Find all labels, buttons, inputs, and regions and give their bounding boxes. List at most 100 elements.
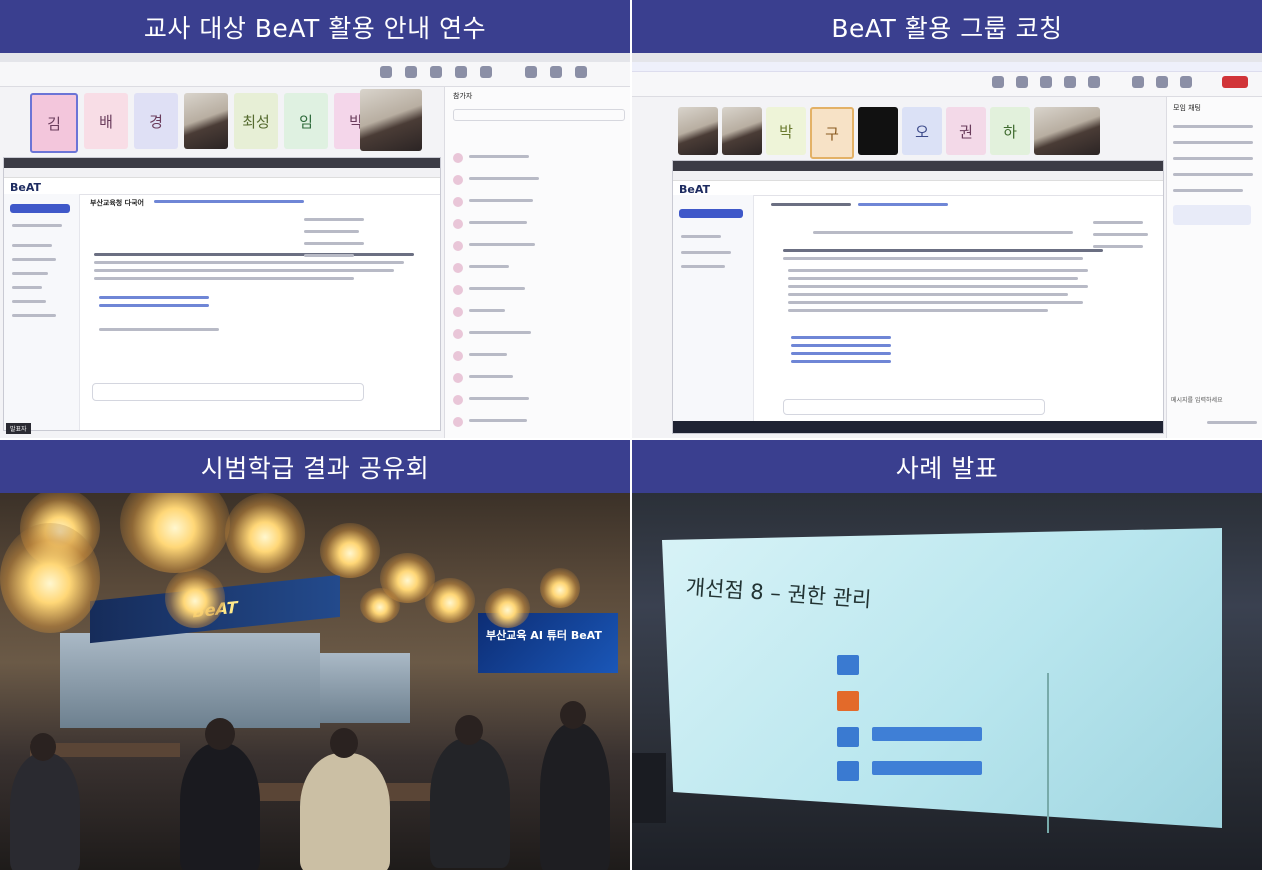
attendee-head [30, 733, 56, 761]
wall-outlet [632, 753, 666, 823]
panel-case-presentation: 사례 발표 개선점 8 – 권한 관리 [632, 440, 1262, 870]
window-titlebar [0, 53, 630, 62]
new-chat-button[interactable] [679, 209, 743, 218]
reference-link[interactable] [791, 360, 891, 363]
participant-name [469, 155, 529, 158]
participant-name [469, 397, 529, 400]
mic-icon[interactable] [1156, 76, 1168, 88]
reference-link[interactable] [791, 336, 891, 339]
leave-button[interactable] [1222, 76, 1248, 88]
participant-tiles: 김 배 경 최성 임 박 [30, 93, 378, 153]
sidebar-item [681, 265, 725, 268]
participant-tile: 박 [766, 107, 806, 155]
participant-name [469, 287, 525, 290]
panel-teacher-training: 교사 대상 BeAT 활용 안내 연수 김 배 경 최성 임 박 BeAT 부산… [0, 0, 630, 438]
beat-logo: BeAT [10, 181, 42, 194]
os-taskbar [673, 421, 1163, 433]
text-line [788, 309, 1048, 312]
react-icon[interactable] [1064, 76, 1076, 88]
participant-name [469, 199, 533, 202]
participants-panel: 참가자 [444, 87, 630, 438]
participant-name [469, 419, 527, 422]
window-titlebar [632, 53, 1262, 62]
share-icon[interactable] [1180, 76, 1192, 88]
participant-name [469, 353, 507, 356]
chat-actions[interactable] [1207, 421, 1257, 424]
sidebar-item [12, 224, 62, 227]
view-icon[interactable] [480, 66, 492, 78]
outline-item [304, 230, 359, 233]
pendant-lamp [225, 493, 305, 573]
pendant-lamp [540, 568, 580, 608]
attendee-head [330, 728, 358, 758]
raise-hand-icon[interactable] [430, 66, 442, 78]
outline-panel [304, 218, 374, 298]
people-icon[interactable] [405, 66, 417, 78]
beat-header: BeAT [4, 178, 440, 195]
chat-message [1173, 189, 1243, 192]
beat-sidebar [4, 194, 80, 430]
participant-search[interactable] [453, 109, 625, 121]
camera-icon[interactable] [1132, 76, 1144, 88]
participant-tile: 경 [134, 93, 178, 149]
connector-line [1047, 673, 1049, 833]
pendant-lamp [485, 588, 530, 628]
address-bar[interactable] [673, 171, 1163, 181]
text-line [788, 277, 1078, 280]
pendant-lamp [425, 578, 475, 623]
reference-link[interactable] [99, 296, 209, 299]
avatar [453, 373, 463, 383]
avatar [453, 285, 463, 295]
chat-bubble [1173, 205, 1251, 225]
panel-title: 교사 대상 BeAT 활용 안내 연수 [0, 0, 630, 53]
chat-icon[interactable] [380, 66, 392, 78]
participant-tile: 배 [84, 93, 128, 149]
presenter-video [360, 89, 422, 151]
meeting-toolbar [632, 72, 1262, 97]
people-icon[interactable] [1016, 76, 1028, 88]
reference-link[interactable] [791, 344, 891, 347]
new-chat-button[interactable] [10, 204, 70, 213]
heading-link[interactable] [858, 203, 948, 206]
panel-title: 사례 발표 [632, 440, 1262, 493]
attendee [180, 743, 260, 870]
share-icon[interactable] [575, 66, 587, 78]
document-heading [771, 203, 851, 206]
view-icon[interactable] [1088, 76, 1100, 88]
pendant-lamp [320, 523, 380, 578]
camera-icon[interactable] [525, 66, 537, 78]
pendant-lamp [120, 493, 230, 573]
pendant-lamp [165, 568, 225, 628]
avatar [453, 175, 463, 185]
participant-tile: 권 [946, 107, 986, 155]
participant-name [469, 221, 527, 224]
address-bar[interactable] [4, 168, 440, 178]
outline-item [304, 218, 364, 221]
avatar [453, 241, 463, 251]
slide-option [872, 727, 982, 741]
attendee-head [560, 701, 586, 729]
window [320, 653, 410, 723]
raise-hand-icon[interactable] [1040, 76, 1052, 88]
reference-link[interactable] [791, 352, 891, 355]
chat-message [1173, 173, 1253, 176]
chat-input[interactable] [92, 383, 364, 401]
teams-screenshot: 박 구 오 권 하 BeAT 모임 채팅 메시지를 입력하세요 [632, 53, 1262, 438]
react-icon[interactable] [455, 66, 467, 78]
chat-icon[interactable] [992, 76, 1004, 88]
chat-input[interactable]: 메시지를 입력하세요 [1171, 395, 1223, 404]
panel-title: 시범학급 결과 공유회 [0, 440, 630, 493]
participant-video-tile [184, 93, 228, 149]
mic-icon[interactable] [550, 66, 562, 78]
participant-tile: 하 [990, 107, 1030, 155]
browser-tabs [673, 161, 1163, 171]
reference-link[interactable] [99, 304, 209, 307]
outline-item [1093, 233, 1148, 236]
slide-app-icon [837, 727, 859, 747]
heading-link[interactable] [154, 200, 304, 203]
chat-input[interactable] [783, 399, 1045, 415]
participant-name [469, 265, 509, 268]
teams-screenshot: 김 배 경 최성 임 박 BeAT 부산교육청 다국어 참가자 발표자 [0, 53, 630, 438]
browser-tabs [4, 158, 440, 168]
avatar [453, 263, 463, 273]
